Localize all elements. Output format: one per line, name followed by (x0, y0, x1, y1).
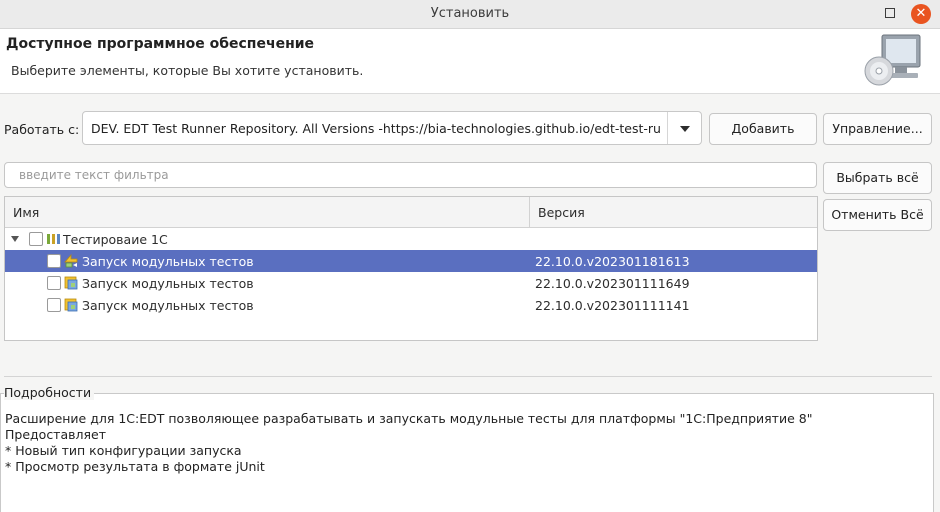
category-name: Тестироваие 1С (63, 232, 168, 247)
tree-item-row[interactable]: Запуск модульных тестов 22.10.0.v2023011… (5, 294, 817, 316)
add-button[interactable]: Добавить (709, 113, 817, 145)
close-icon[interactable]: ✕ (911, 4, 931, 24)
install-cd-monitor-icon (864, 34, 921, 86)
feature-icon (64, 276, 78, 290)
column-divider[interactable] (529, 197, 530, 227)
select-all-button[interactable]: Выбрать всё (823, 162, 932, 194)
software-tree-table[interactable]: Имя Версия Тестироваие 1С Запуск модульн… (4, 196, 818, 341)
category-checkbox[interactable] (29, 232, 43, 246)
table-header: Имя Версия (5, 197, 817, 228)
item-name: Запуск модульных тестов (82, 298, 254, 313)
wizard-banner: Доступное программное обеспечение Выбери… (0, 29, 940, 94)
details-panel[interactable]: Расширение для 1С:EDT позволяющее разраб… (0, 393, 934, 512)
tree-item-row[interactable]: Запуск модульных тестов 22.10.0.v2023011… (5, 272, 817, 294)
column-header-version[interactable]: Версия (538, 205, 585, 220)
manage-button[interactable]: Управление... (823, 113, 932, 145)
update-feature-icon (64, 253, 78, 268)
details-line: Предоставляет (5, 427, 106, 442)
window-title: Установить (430, 6, 510, 21)
details-line: Расширение для 1С:EDT позволяющее разраб… (5, 411, 813, 426)
tree-item-row[interactable]: Запуск модульных тестов 22.10.0.v2023011… (5, 250, 817, 272)
item-checkbox[interactable] (47, 254, 61, 268)
tree-category-row[interactable]: Тестироваие 1С (5, 228, 817, 250)
item-version: 22.10.0.v202301111649 (535, 276, 690, 291)
column-header-name[interactable]: Имя (13, 205, 39, 220)
item-name: Запуск модульных тестов (82, 276, 254, 291)
item-version: 22.10.0.v202301111141 (535, 298, 690, 313)
item-name: Запуск модульных тестов (82, 254, 254, 269)
item-version: 22.10.0.v202301181613 (535, 254, 690, 269)
feature-icon (64, 298, 78, 312)
details-label: Подробности (4, 385, 95, 400)
repository-value: DEV. EDT Test Runner Repository. All Ver… (91, 121, 661, 136)
maximize-icon[interactable] (885, 8, 895, 18)
page-title: Доступное программное обеспечение (6, 36, 315, 52)
details-line: * Новый тип конфигурации запуска (5, 443, 242, 458)
deselect-all-button[interactable]: Отменить Всё (823, 199, 932, 231)
chevron-down-icon[interactable] (667, 112, 701, 144)
details-line: * Просмотр результата в формате jUnit (5, 459, 265, 474)
page-description: Выберите элементы, которые Вы хотите уст… (11, 63, 364, 78)
category-icon (47, 234, 60, 244)
item-checkbox[interactable] (47, 298, 61, 312)
filter-input[interactable] (4, 162, 817, 188)
repository-combobox[interactable]: DEV. EDT Test Runner Repository. All Ver… (82, 111, 702, 145)
sash-divider[interactable] (4, 376, 932, 377)
title-bar: Установить ✕ (0, 0, 940, 29)
work-with-label: Работать с: (4, 122, 80, 137)
expand-arrow-icon[interactable] (11, 236, 19, 242)
item-checkbox[interactable] (47, 276, 61, 290)
